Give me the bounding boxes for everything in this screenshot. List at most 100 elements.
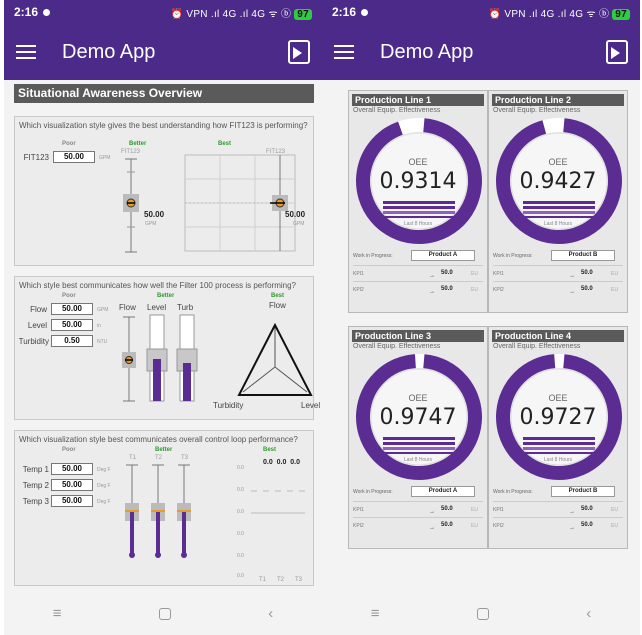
oee-bar [523,216,595,218]
kpi1-value: 50.0 [581,506,593,512]
app-title: Demo App [62,40,156,63]
status-bar: 2:16 ⏰ VPN .ıl 4G .ıl 4G ᯤ ⓑ 97 [4,0,322,24]
kpi1-arrow-icon: → [429,273,435,279]
app-title: Demo App [380,40,474,63]
notification-dot-icon [43,8,51,16]
wip-label: Work in Progress: [493,489,533,495]
kpi2-value: 50.0 [441,286,453,292]
back-icon[interactable]: ‹ [268,605,273,622]
oee-value: 0.9747 [379,405,457,430]
wip-label: Work in Progress: [353,489,393,495]
recent-apps-icon[interactable]: ≡ [371,605,380,622]
kpi2-label: KPI2 [353,287,364,293]
battery-icon: 97 [294,8,312,20]
best-value: 50.00 [285,210,306,219]
section-fit123: Which visualization style gives the best… [14,116,314,266]
temp3-gauge [177,464,191,558]
wip-value[interactable]: Product B [551,486,615,497]
divider [353,501,483,502]
logout-icon[interactable] [606,40,628,64]
oee-card: Production Line 2 Overall Equip. Effectiv… [488,90,628,313]
kpi1-arrow-icon: → [429,509,435,515]
oee-dashboard[interactable]: Production Line 1 Overall Equip. Effectiv… [322,80,640,592]
status-time: 2:16 [14,5,39,19]
oee-value: 0.9427 [519,169,597,194]
kpi2-arrow-icon: → [569,525,575,531]
oee-bar [523,442,595,445]
oee-bar [383,206,455,209]
sa-content[interactable]: Situational Awareness Overview Which vis… [4,80,322,592]
kpi2-arrow-icon: → [429,525,435,531]
kpi1-label: KPI1 [353,271,364,277]
wip-label: Work in Progress: [353,253,393,259]
home-icon[interactable] [476,607,489,620]
app-bar: Demo App [4,24,322,80]
kpi2-label: KPI2 [493,287,504,293]
wip-value[interactable]: Product A [411,250,475,261]
oee-bar [523,201,595,204]
kpi2-unit: EU [471,523,478,529]
kpi2-value: 50.0 [581,286,593,292]
hamburger-menu-icon[interactable] [334,45,354,59]
oee-bar [383,201,455,204]
page-title: Situational Awareness Overview [14,84,314,103]
wip-value[interactable]: Product A [411,486,475,497]
oee-bar [383,437,455,440]
oee-period: Last 8 Hours [403,221,433,227]
divider [493,265,623,266]
filter100-graphics [122,314,313,402]
section-filter100: Which style best communicates how well t… [14,276,320,420]
better-value: 50.00 [144,210,165,219]
oee-bar [383,216,455,218]
oee-label: OEE [548,157,568,167]
kpi1-unit: EU [471,271,478,277]
oee-value: 0.9314 [379,169,457,194]
kpi1-value: 50.0 [441,270,453,276]
kpi2-value: 50.0 [441,522,453,528]
temp2-gauge [151,464,165,558]
kpi2-label: KPI2 [353,523,364,529]
kpi1-arrow-icon: → [569,509,575,515]
home-icon[interactable] [158,607,171,620]
kpi2-value: 50.0 [581,522,593,528]
hamburger-menu-icon[interactable] [16,45,36,59]
oee-bar [383,452,455,454]
temp1-gauge [125,464,139,558]
oee-bar [383,442,455,445]
back-icon[interactable]: ‹ [586,605,591,622]
wip-label: Work in Progress: [493,253,533,259]
system-nav-bar: ≡ ‹ [322,592,640,635]
oee-period: Last 8 Hours [543,457,573,463]
kpi1-unit: EU [611,271,618,277]
divider [353,281,483,282]
oee-bar [383,447,455,450]
status-icons: ⏰ VPN .ıl 4G .ıl 4G ᯤ ⓑ 97 [171,5,312,20]
logout-icon[interactable] [288,40,310,64]
divider [493,517,623,518]
recent-apps-icon[interactable]: ≡ [53,605,62,622]
best-unit: GPM [293,221,305,227]
oee-card: Production Line 4 Overall Equip. Effectiv… [488,326,628,549]
kpi2-arrow-icon: → [569,289,575,295]
kpi2-label: KPI2 [493,523,504,529]
divider [353,265,483,266]
oee-bar [523,452,595,454]
section-control-loop: Which visualization style best communica… [14,430,314,586]
divider [493,281,623,282]
kpi2-arrow-icon: → [429,289,435,295]
app-bar: Demo App [322,24,640,80]
kpi1-value: 50.0 [581,270,593,276]
system-nav-bar: ≡ ‹ [4,592,322,635]
better-unit: GPM [145,221,157,227]
oee-bar [383,211,455,214]
wip-value[interactable]: Product B [551,250,615,261]
phone-right: 2:16 ⏰ VPN .ıl 4G .ıl 4G ᯤ ⓑ 97 Demo App … [322,0,640,635]
oee-bar [523,206,595,209]
phone-left: 2:16 ⏰ VPN .ıl 4G .ıl 4G ᯤ ⓑ 97 Demo App … [4,0,322,635]
kpi2-unit: EU [611,287,618,293]
fit123-graphics [123,154,296,253]
oee-label: OEE [408,393,428,403]
divider [353,517,483,518]
kpi1-label: KPI1 [353,507,364,513]
status-bar: 2:16 ⏰ VPN .ıl 4G .ıl 4G ᯤ ⓑ 97 [322,0,640,24]
